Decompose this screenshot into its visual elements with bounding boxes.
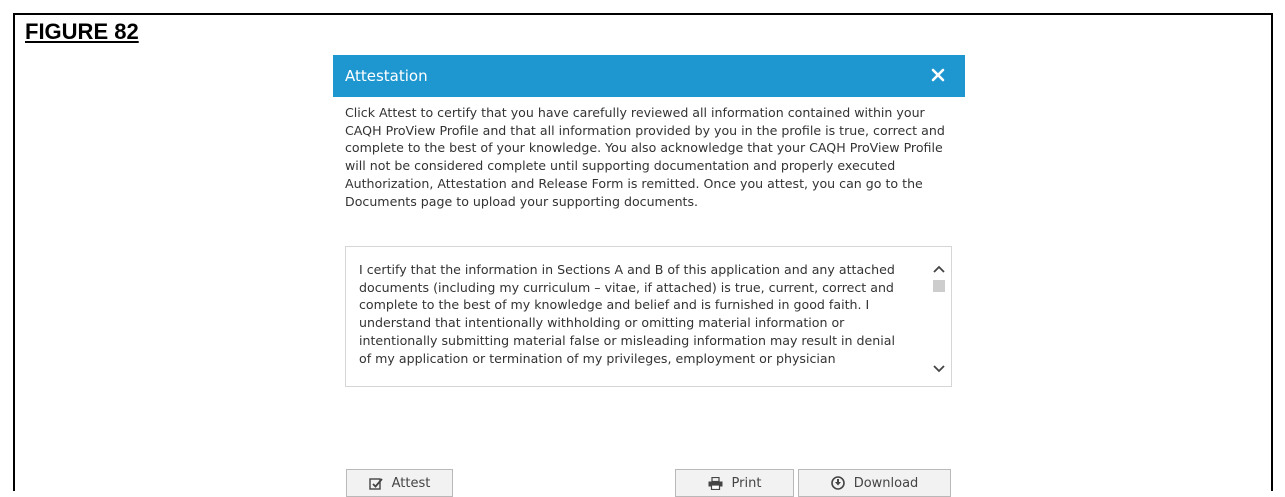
printer-icon xyxy=(708,476,723,490)
dialog-title: Attestation xyxy=(345,67,428,85)
intro-paragraph: Click Attest to certify that you have ca… xyxy=(345,105,945,209)
close-icon[interactable] xyxy=(929,66,947,84)
vertical-scrollbar[interactable] xyxy=(927,247,951,386)
intro-text: Click Attest to certify that you have ca… xyxy=(345,104,957,210)
attestation-paragraph: I certify that the information in Sectio… xyxy=(359,262,895,366)
dialog-header: Attestation xyxy=(333,55,965,97)
print-label: Print xyxy=(731,475,762,491)
download-button[interactable]: Download xyxy=(798,469,951,497)
attest-label: Attest xyxy=(391,475,431,491)
scroll-thumb[interactable] xyxy=(933,280,945,292)
download-label: Download xyxy=(853,475,919,491)
checkbox-edit-icon xyxy=(368,477,383,490)
attestation-scroll-box[interactable]: I certify that the information in Sectio… xyxy=(345,246,952,387)
scroll-down-arrow-icon[interactable] xyxy=(931,362,947,374)
figure-frame: FIGURE 82 Attestation Click Attest to ce… xyxy=(13,13,1273,497)
scroll-up-arrow-icon[interactable] xyxy=(931,262,947,274)
attest-button[interactable]: Attest xyxy=(346,469,453,497)
download-icon xyxy=(830,476,845,490)
figure-label: FIGURE 82 xyxy=(25,19,139,44)
attestation-dialog: Attestation Click Attest to certify that… xyxy=(333,55,965,497)
print-button[interactable]: Print xyxy=(675,469,794,497)
attestation-text: I certify that the information in Sectio… xyxy=(359,261,907,367)
